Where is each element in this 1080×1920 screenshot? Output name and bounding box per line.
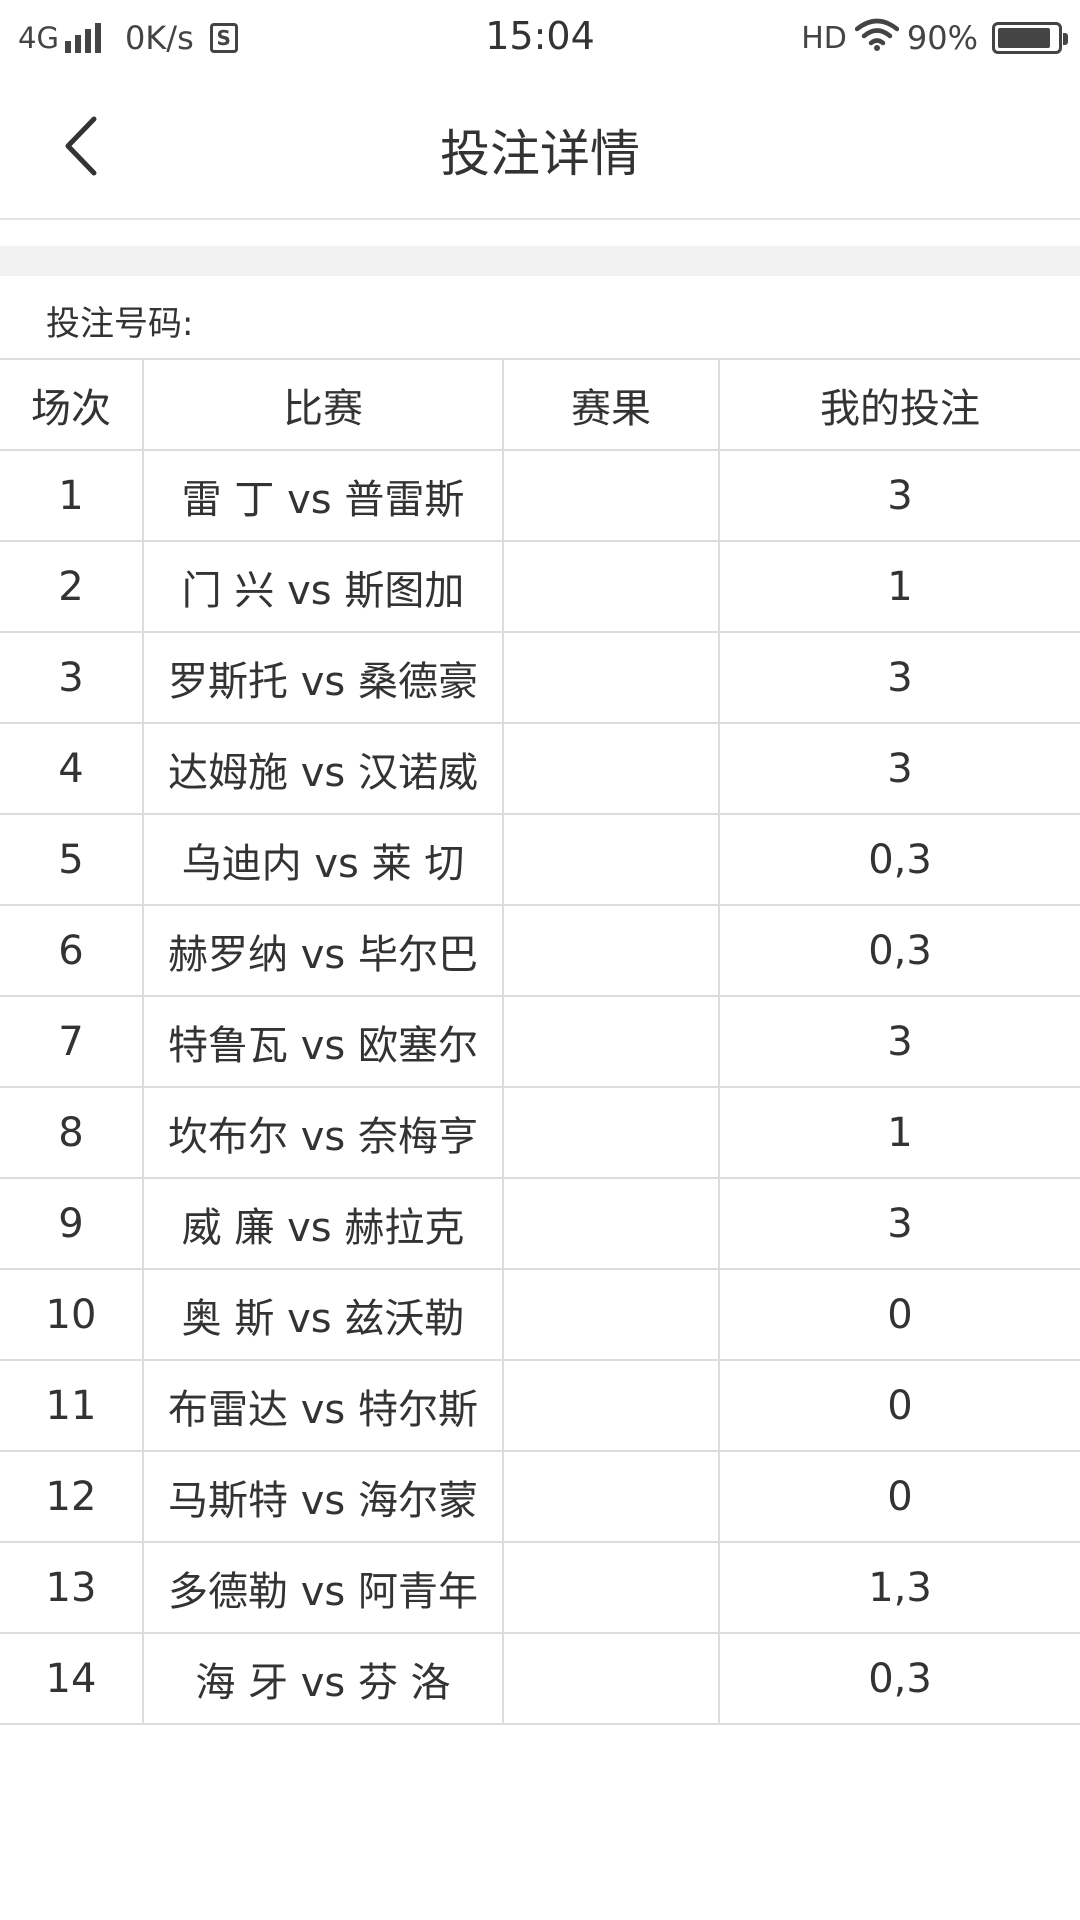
- table-row: 4 达姆施 vs 汉诺威 3: [0, 724, 1080, 815]
- bet-cell: 3: [887, 745, 913, 792]
- bet-table: 场次 比赛 赛果 我的投注 1雷 丁 vs 普雷斯 3 2 门 兴 vs 斯图加 1 3 罗…: [0, 358, 1080, 1725]
- result-cell: [504, 542, 720, 631]
- round-cell: 11: [0, 1361, 144, 1450]
- match-cell: 布雷达 vs 特尔斯: [144, 1361, 504, 1450]
- table-row: 13 多德勒 vs 阿青年 1,3: [0, 1543, 1080, 1634]
- table-row: 6 赫罗纳 vs 毕尔巴 0,3: [0, 906, 1080, 997]
- table-row: 14 海 牙 vs 芬 洛 0,3: [0, 1634, 1080, 1725]
- round-cell: 13: [0, 1543, 144, 1632]
- battery-fill: [998, 28, 1051, 48]
- header-round: 场次: [0, 360, 144, 449]
- table-row: 11 布雷达 vs 特尔斯 0: [0, 1361, 1080, 1452]
- hd-indicator: HD: [801, 20, 847, 56]
- round-cell: 10: [0, 1270, 144, 1359]
- bet-numbers-label: 投注号码:: [46, 304, 194, 344]
- match-cell: 达姆施 vs 汉诺威: [144, 724, 504, 813]
- match-cell: 奥 斯 vs 兹沃勒: [144, 1270, 504, 1359]
- bet-cell: 0,3: [868, 927, 932, 974]
- match-cell: 雷 丁 vs 普雷斯: [144, 451, 504, 540]
- match-cell: 马斯特 vs 海尔蒙: [144, 1452, 504, 1541]
- table-row: 2门 兴 vs 斯图加 1: [0, 542, 1080, 633]
- round-cell: 12: [0, 1452, 144, 1541]
- match-cell: 乌迪内 vs 莱 切: [144, 815, 504, 904]
- match-cell: 门 兴 vs 斯图加: [144, 542, 504, 631]
- bet-cell: 0,3: [868, 836, 932, 883]
- result-cell: [504, 1088, 720, 1177]
- table-row: 3 罗斯托 vs 桑德豪 3: [0, 633, 1080, 724]
- status-bar: 4G 0K/s S 15:04 HD 90%: [0, 0, 1080, 76]
- result-cell: [504, 633, 720, 722]
- bet-cell: 3: [887, 654, 913, 701]
- bet-cell: 1,3: [868, 1564, 932, 1611]
- header-result: 赛果: [504, 360, 720, 449]
- table-header-row: 场次 比赛 赛果 我的投注: [0, 360, 1080, 451]
- bet-cell: 0: [887, 1382, 913, 1429]
- result-cell: [504, 724, 720, 813]
- result-cell: [504, 1270, 720, 1359]
- round-cell: 3: [0, 633, 144, 722]
- result-cell: [504, 815, 720, 904]
- bet-cell: 0,3: [868, 1655, 932, 1702]
- round-cell: 14: [0, 1634, 144, 1723]
- bet-cell: 3: [887, 472, 913, 519]
- header-my-bet: 我的投注: [820, 385, 980, 432]
- result-cell: [504, 451, 720, 540]
- match-cell: 赫罗纳 vs 毕尔巴: [144, 906, 504, 995]
- table-row: 9威 廉 vs 赫拉克 3: [0, 1179, 1080, 1270]
- round-cell: 8: [0, 1088, 144, 1177]
- wifi-icon: [854, 17, 900, 59]
- header-match: 比赛: [144, 360, 504, 449]
- status-right: HD 90%: [801, 16, 1068, 60]
- round-cell: 9: [0, 1179, 144, 1268]
- table-row: 10 奥 斯 vs 兹沃勒 0: [0, 1270, 1080, 1361]
- match-cell: 特鲁瓦 vs 欧塞尔: [144, 997, 504, 1086]
- match-cell: 威 廉 vs 赫拉克: [144, 1179, 504, 1268]
- result-cell: [504, 997, 720, 1086]
- result-cell: [504, 1634, 720, 1723]
- bet-cell: 3: [887, 1200, 913, 1247]
- bet-cell: 0: [887, 1291, 913, 1338]
- result-cell: [504, 1543, 720, 1632]
- round-cell: 1: [0, 451, 144, 540]
- bet-cell: 1: [887, 1109, 913, 1156]
- round-cell: 5: [0, 815, 144, 904]
- battery-percent: 90%: [906, 19, 978, 57]
- bet-cell: 3: [887, 1018, 913, 1065]
- battery-icon: [992, 22, 1068, 54]
- result-cell: [504, 1452, 720, 1541]
- battery-tip: [1063, 33, 1068, 45]
- table-row: 7 特鲁瓦 vs 欧塞尔 3: [0, 997, 1080, 1088]
- table-row: 5 乌迪内 vs 莱 切 0,3: [0, 815, 1080, 906]
- table-row: 12 马斯特 vs 海尔蒙 0: [0, 1452, 1080, 1543]
- round-cell: 7: [0, 997, 144, 1086]
- match-cell: 海 牙 vs 芬 洛: [144, 1634, 504, 1723]
- match-cell: 罗斯托 vs 桑德豪: [144, 633, 504, 722]
- nav-bar: 投注详情: [0, 76, 1080, 220]
- match-cell: 坎布尔 vs 奈梅亨: [144, 1088, 504, 1177]
- match-cell: 多德勒 vs 阿青年: [144, 1543, 504, 1632]
- result-cell: [504, 906, 720, 995]
- section-divider: [0, 246, 1080, 276]
- table-row: 8 坎布尔 vs 奈梅亨 1: [0, 1088, 1080, 1179]
- result-cell: [504, 1179, 720, 1268]
- bet-cell: 1: [887, 563, 913, 610]
- result-cell: [504, 1361, 720, 1450]
- table-row: 1雷 丁 vs 普雷斯 3: [0, 451, 1080, 542]
- page-title: 投注详情: [440, 125, 640, 183]
- round-cell: 2: [0, 542, 144, 631]
- bet-cell: 0: [887, 1473, 913, 1520]
- round-cell: 4: [0, 724, 144, 813]
- round-cell: 6: [0, 906, 144, 995]
